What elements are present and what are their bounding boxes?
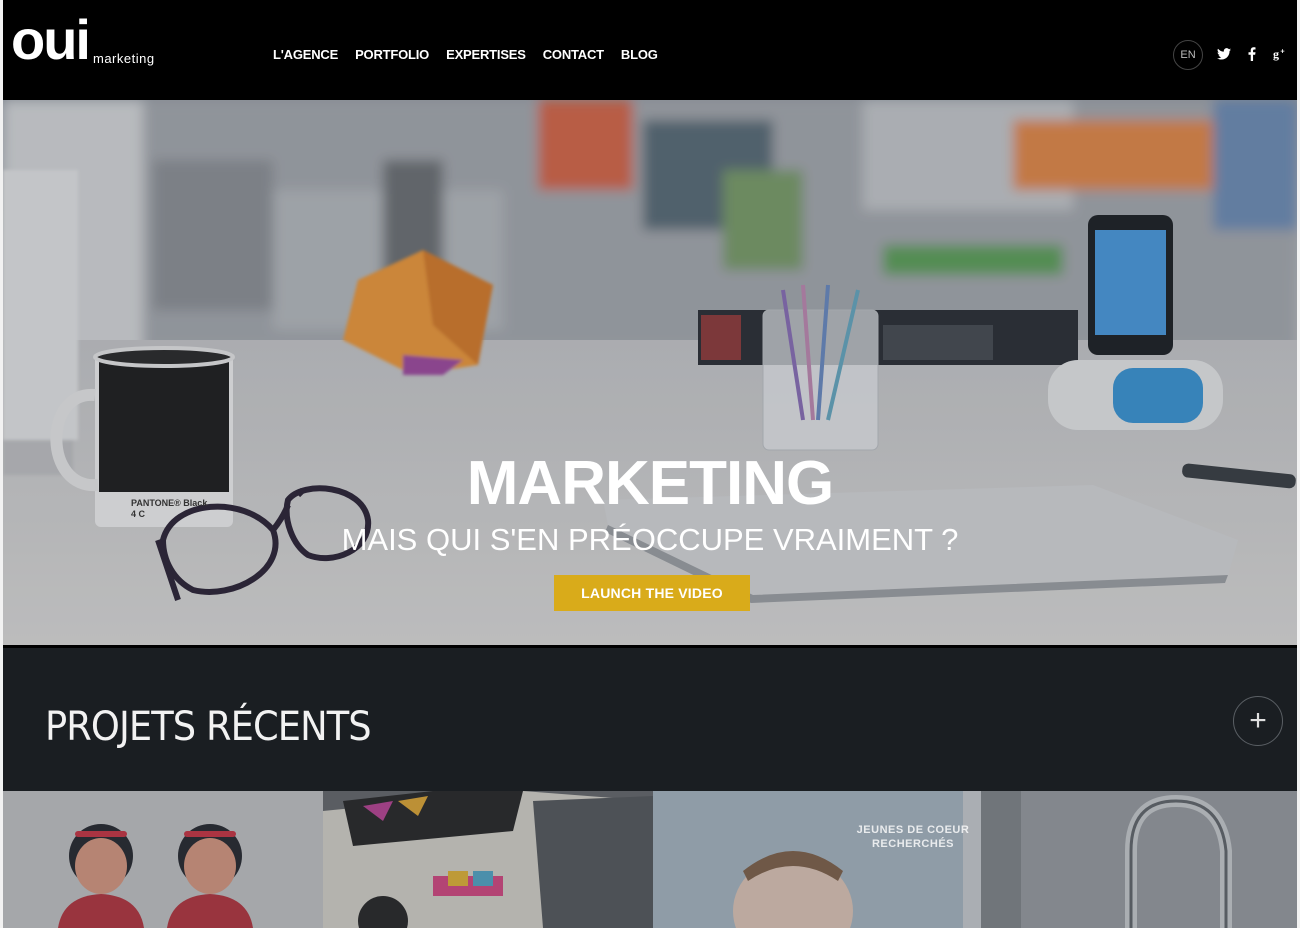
nav-item-contact[interactable]: CONTACT — [543, 47, 604, 62]
twitter-icon[interactable] — [1217, 47, 1231, 63]
header-actions: EN g + — [1173, 40, 1287, 70]
svg-text:g: g — [1273, 47, 1279, 61]
project-thumbnail-4[interactable] — [981, 791, 1297, 928]
thumbnail-overlay — [3, 791, 323, 928]
nav-item-expertises[interactable]: EXPERTISES — [446, 47, 526, 62]
nav-item-agence[interactable]: L'AGENCE — [273, 47, 338, 62]
hero-subtitle: MAIS QUI S'EN PRÉOCCUPE VRAIMENT ? — [341, 522, 959, 557]
project-thumbnail-1[interactable] — [3, 791, 323, 928]
site-header: oui marketing L'AGENCE PORTFOLIO EXPERTI… — [3, 0, 1297, 100]
expand-plus-button[interactable]: + — [1233, 696, 1283, 746]
plus-icon: + — [1249, 704, 1267, 737]
launch-video-button[interactable]: LAUNCH THE VIDEO — [554, 575, 750, 611]
logo-wordmark: oui — [11, 8, 91, 71]
main-nav: L'AGENCE PORTFOLIO EXPERTISES CONTACT BL… — [273, 47, 658, 62]
thumbnail-overlay — [981, 791, 1297, 928]
hero-title: MARKETING — [466, 449, 834, 518]
thumbnail-caption: JEUNES DE COEUR RECHERCHÉS — [856, 824, 970, 850]
recent-projects-header: PROJETS RÉCENTS + — [3, 648, 1297, 791]
google-plus-icon[interactable]: g + — [1273, 46, 1287, 64]
svg-text:+: + — [1280, 47, 1284, 55]
nav-item-blog[interactable]: BLOG — [621, 47, 658, 62]
project-thumbnail-2[interactable] — [323, 791, 653, 928]
logo[interactable]: oui marketing — [11, 8, 155, 71]
section-title: PROJETS RÉCENTS — [45, 704, 372, 750]
nav-item-portfolio[interactable]: PORTFOLIO — [355, 47, 429, 62]
project-thumbnails: JEUNES DE COEUR RECHERCHÉS — [3, 791, 1297, 928]
facebook-icon[interactable] — [1245, 46, 1259, 64]
thumbnail-overlay — [323, 791, 653, 928]
thumbnail-overlay — [653, 791, 981, 928]
project-thumbnail-3[interactable]: JEUNES DE COEUR RECHERCHÉS — [653, 791, 981, 928]
browser-frame: oui marketing L'AGENCE PORTFOLIO EXPERTI… — [3, 0, 1297, 928]
language-switch[interactable]: EN — [1173, 40, 1203, 70]
hero-section: PANTONE® Black 4 C MARKETING MAIS QUI S'… — [3, 100, 1297, 645]
hero-overlay — [3, 100, 1297, 645]
logo-tagline: marketing — [92, 51, 155, 66]
